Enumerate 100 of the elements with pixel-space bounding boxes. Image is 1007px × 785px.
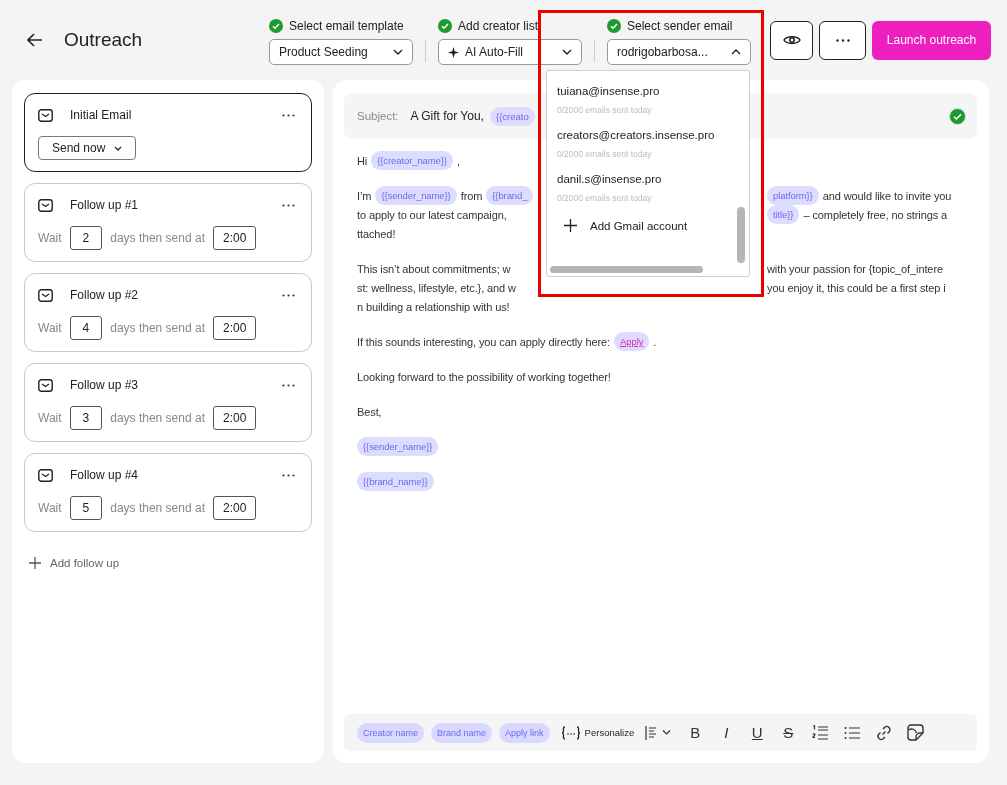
more-icon[interactable] [282, 383, 295, 387]
variable-tag: {{brand_ [486, 186, 534, 205]
body-text: with your passion for {topic_of_intere [767, 262, 943, 275]
envelope-icon [38, 108, 53, 122]
usage-count: 0/2000 emails sent today [557, 149, 653, 159]
sparkle-icon [448, 46, 459, 58]
sender-option[interactable]: creators@creators.insense.pro 0/2000 emails sent today [557, 123, 747, 167]
sender-option[interactable]: danil.s@insense.pro 0/2000 emails sent today [557, 167, 747, 211]
wait-label: Wait [38, 411, 62, 425]
plus-icon [564, 219, 577, 232]
dropdown-select[interactable]: rodrigobarbosa... [607, 39, 751, 65]
days-field[interactable]: 4 [69, 316, 103, 340]
bullet-list-icon[interactable] [844, 725, 862, 740]
email-step-card[interactable]: Follow up #4 Wait 5 days then send at 2:00 [24, 453, 312, 532]
caret-down-icon [662, 730, 672, 735]
email-address: creators@creators.insense.pro [557, 129, 716, 141]
vertical-scrollbar[interactable] [737, 207, 745, 263]
envelope-icon [38, 378, 53, 392]
more-button[interactable] [819, 20, 866, 60]
format-button[interactable]: U [746, 724, 769, 741]
time-field[interactable]: 2:00 [213, 226, 257, 250]
variable-tag: {{creator_name}} [371, 151, 453, 170]
caret-down-icon [114, 145, 123, 151]
variable-tag: {{sender_name}} [375, 186, 457, 205]
add-follow-up-button[interactable]: Add follow up [24, 557, 125, 569]
body-text: Best, [357, 405, 382, 418]
numbered-list-icon[interactable] [812, 724, 830, 741]
email-address: tuiana@insense.pro [557, 85, 661, 97]
step-label: Select sender email [627, 19, 733, 33]
body-text: . [653, 335, 657, 348]
wait-label: Wait [38, 231, 62, 245]
body-text: st: wellness, lifestyle, etc.}, and w [357, 281, 516, 294]
dropdown-select[interactable]: AI Auto-Fill [438, 39, 582, 65]
horizontal-scrollbar[interactable] [550, 266, 703, 273]
align-left-icon [645, 725, 658, 740]
time-field[interactable]: 2:00 [213, 406, 257, 430]
step-title: Follow up #2 [70, 288, 140, 302]
body-text: Looking forward to the possibility of working together! [357, 370, 611, 383]
variable-tag: title}} [767, 205, 800, 224]
variable-tag: {{brand_name}} [357, 472, 434, 491]
personalize-button[interactable]: Personalize [556, 725, 639, 740]
usage-count: 0/2000 emails sent today [557, 105, 653, 115]
step-label: Add creator list [458, 19, 539, 33]
wait-label: Wait [38, 321, 62, 335]
add-gmail-account-button[interactable]: Add Gmail account [557, 211, 747, 240]
back-arrow-icon[interactable] [27, 33, 43, 47]
body-text: n building a relationship with us! [357, 300, 510, 313]
send-at-label: days then send at [110, 501, 205, 515]
email-step-card[interactable]: Follow up #3 Wait 3 days then send at 2:00 [24, 363, 312, 442]
braces-icon [560, 725, 581, 740]
days-field[interactable]: 3 [69, 406, 103, 430]
body-text: ttached! [357, 227, 396, 240]
more-icon[interactable] [282, 203, 295, 207]
body-text: you enjoy it, this could be a first step i [767, 281, 946, 294]
time-field[interactable]: 2:00 [213, 316, 257, 340]
usage-count: 0/2000 emails sent today [557, 193, 653, 203]
preview-button[interactable] [770, 20, 813, 60]
step-title: Follow up #1 [70, 198, 140, 212]
format-button[interactable]: S [777, 724, 800, 741]
variable-tag: {{sender_name}} [357, 437, 439, 456]
envelope-icon [38, 468, 53, 482]
body-text: from [460, 189, 483, 202]
more-icon[interactable] [282, 113, 295, 117]
format-button[interactable]: B [684, 724, 707, 741]
sticker-icon[interactable] [907, 724, 925, 741]
subject-label: Subject: [357, 110, 399, 122]
time-field[interactable]: 2:00 [213, 496, 257, 520]
align-dropdown[interactable] [645, 725, 672, 740]
more-icon[interactable] [282, 473, 295, 477]
days-field[interactable]: 5 [69, 496, 103, 520]
eye-icon [782, 34, 801, 46]
body-text: I’m [357, 189, 372, 202]
email-step-card[interactable]: Follow up #2 Wait 4 days then send at 2:00 [24, 273, 312, 352]
send-mode-select[interactable]: Send now [38, 136, 137, 160]
format-button[interactable]: I [715, 724, 738, 741]
launch-outreach-button[interactable]: Launch outreach [872, 20, 991, 60]
send-at-label: days then send at [110, 231, 205, 245]
body-text: to apply to our latest campaign, [357, 208, 507, 221]
subject-text: A Gift for You, [410, 109, 484, 123]
plus-icon [29, 557, 41, 569]
more-icon[interactable] [282, 293, 295, 297]
body-text: Hi [357, 154, 368, 167]
link-icon[interactable] [876, 724, 893, 741]
variable-tag: platform}} [767, 186, 819, 205]
more-icon [835, 38, 850, 42]
body-text: , [456, 154, 460, 167]
sender-option[interactable]: tuiana@insense.pro 0/2000 emails sent today [557, 79, 747, 123]
email-address: danil.s@insense.pro [557, 173, 663, 185]
step-title: Follow up #4 [70, 468, 140, 482]
body-text: and would like to invite you [822, 189, 952, 202]
dropdown-select[interactable]: Product Seeding [269, 39, 413, 65]
page-title: Outreach [64, 29, 143, 51]
body-text: This isn’t about commitments; w [357, 262, 511, 275]
send-at-label: days then send at [110, 411, 205, 425]
envelope-icon [38, 288, 53, 302]
days-field[interactable]: 2 [69, 226, 103, 250]
email-step-card[interactable]: Initial Email Send now [24, 93, 312, 172]
send-at-label: days then send at [110, 321, 205, 335]
body-text: – completely free, no strings a [803, 208, 948, 221]
email-step-card[interactable]: Follow up #1 Wait 2 days then send at 2:00 [24, 183, 312, 262]
